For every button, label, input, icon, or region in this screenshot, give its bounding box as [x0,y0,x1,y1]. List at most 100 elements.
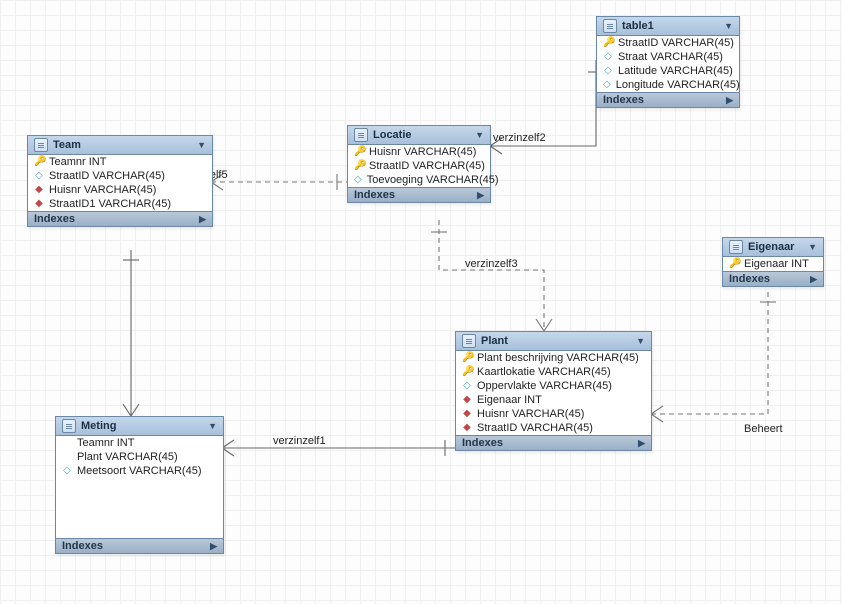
column-text: Toevoeging VARCHAR(45) [367,174,499,186]
indexes-section[interactable]: Indexes ▶ [28,211,212,226]
entity-header[interactable]: Team ▼ [28,136,212,155]
column-item[interactable]: ◇Straat VARCHAR(45) [597,50,739,64]
column-item[interactable]: 🔑StraatID VARCHAR(45) [348,159,490,173]
rel-label-verzinzelf3: verzinzelf3 [465,258,518,270]
column-text: Eigenaar INT [477,394,542,406]
entity-header[interactable]: Eigenaar ▼ [723,238,823,257]
column-item[interactable]: ◇Meetsoort VARCHAR(45) [56,464,223,478]
indexes-section[interactable]: Indexes ▶ [456,435,651,450]
chevron-down-icon[interactable]: ▼ [475,130,484,140]
column-text: Latitude VARCHAR(45) [618,65,733,77]
column-text: StraatID VARCHAR(45) [49,170,165,182]
column-item[interactable]: 🔑 Huisnr VARCHAR(45) [348,145,490,159]
indexes-section[interactable]: Indexes ▶ [723,271,823,286]
entity-header[interactable]: Meting ▼ [56,417,223,436]
entity-title: Plant [481,335,508,347]
column-item[interactable]: ◇Toevoeging VARCHAR(45) [348,173,490,187]
chevron-down-icon[interactable]: ▼ [208,421,217,431]
column-item[interactable]: ◆ Huisnr VARCHAR(45) [28,183,212,197]
column-text: Kaartlokatie VARCHAR(45) [477,366,611,378]
key-icon: 🔑 [34,157,44,167]
entity-header[interactable]: table1 ▼ [597,17,739,36]
table-icon [34,138,48,152]
chevron-right-icon: ▶ [638,438,645,449]
key-icon: 🔑 [354,147,364,157]
column-item[interactable]: 🔑Kaartlokatie VARCHAR(45) [456,365,651,379]
entity-title: Meting [81,420,116,432]
diamond-icon: ◇ [34,171,44,181]
column-text: Huisnr VARCHAR(45) [369,146,476,158]
entity-title: Eigenaar [748,241,794,253]
diamond-icon: ◆ [462,423,472,433]
column-item[interactable]: 🔑 StraatID VARCHAR(45) [597,36,739,50]
column-item[interactable]: ◇Oppervlakte VARCHAR(45) [456,379,651,393]
entity-header[interactable]: Plant ▼ [456,332,651,351]
table-icon [354,128,368,142]
rel-label-verzinzelf2: verzinzelf2 [493,132,546,144]
blank-icon: · [62,452,72,462]
column-item[interactable]: 🔑Eigenaar INT [723,257,823,271]
chevron-right-icon: ▶ [810,274,817,285]
entity-columns: 🔑Plant beschrijving VARCHAR(45) 🔑Kaartlo… [456,351,651,435]
diamond-icon: ◇ [62,466,72,476]
column-item[interactable]: ◆StraatID1 VARCHAR(45) [28,197,212,211]
column-item[interactable]: ◇ Longitude VARCHAR(45) [597,78,739,92]
entity-meting[interactable]: Meting ▼ · Teamnr INT · Plant VARCHAR(45) … [55,416,224,554]
indexes-section[interactable]: Indexes ▶ [56,538,223,553]
chevron-right-icon: ▶ [210,541,217,552]
rel-label-verzinzelf1: verzinzelf1 [273,435,326,447]
column-item[interactable]: ◇Latitude VARCHAR(45) [597,64,739,78]
entity-team[interactable]: Team ▼ 🔑 Teamnr INT ◇ StraatID VARCHAR(45)… [27,135,213,227]
chevron-down-icon[interactable]: ▼ [636,336,645,346]
indexes-label: Indexes [729,273,770,285]
chevron-down-icon[interactable]: ▼ [724,21,733,31]
column-text: Teamnr INT [49,156,106,168]
key-icon: 🔑 [603,38,613,48]
column-item[interactable]: ◆StraatID VARCHAR(45) [456,421,651,435]
table-icon [62,419,76,433]
entity-table1[interactable]: table1 ▼ 🔑 StraatID VARCHAR(45) ◇Straat V… [596,16,740,108]
entity-header[interactable]: Locatie ▼ [348,126,490,145]
column-item[interactable]: 🔑 Teamnr INT [28,155,212,169]
entity-title: table1 [622,20,654,32]
entity-plant[interactable]: Plant ▼ 🔑Plant beschrijving VARCHAR(45) … [455,331,652,451]
column-text: Oppervlakte VARCHAR(45) [477,380,612,392]
entity-columns: 🔑 StraatID VARCHAR(45) ◇Straat VARCHAR(45… [597,36,739,92]
column-text: Plant VARCHAR(45) [77,451,178,463]
blank-icon: · [62,438,72,448]
entity-eigenaar[interactable]: Eigenaar ▼ 🔑Eigenaar INT Indexes ▶ [722,237,824,287]
column-item[interactable]: ◆Huisnr VARCHAR(45) [456,407,651,421]
entity-locatie[interactable]: Locatie ▼ 🔑 Huisnr VARCHAR(45) 🔑StraatID … [347,125,491,203]
table-icon [462,334,476,348]
chevron-down-icon[interactable]: ▼ [808,242,817,252]
column-text: StraatID1 VARCHAR(45) [49,198,171,210]
entity-title: Locatie [373,129,412,141]
column-item[interactable]: 🔑Plant beschrijving VARCHAR(45) [456,351,651,365]
chevron-down-icon[interactable]: ▼ [197,140,206,150]
indexes-section[interactable]: Indexes ▶ [597,92,739,107]
indexes-label: Indexes [462,437,503,449]
column-text: StraatID VARCHAR(45) [618,37,734,49]
table-icon [729,240,743,254]
key-icon: 🔑 [462,353,472,363]
entity-columns: · Teamnr INT · Plant VARCHAR(45) ◇Meetsoor… [56,436,223,538]
column-item[interactable]: ◆Eigenaar INT [456,393,651,407]
diamond-icon: ◆ [34,185,44,195]
diamond-icon: ◇ [603,80,611,90]
key-icon: 🔑 [354,161,364,171]
indexes-section[interactable]: Indexes ▶ [348,187,490,202]
entity-title: Team [53,139,81,151]
column-text: Teamnr INT [77,437,134,449]
entity-columns: 🔑 Huisnr VARCHAR(45) 🔑StraatID VARCHAR(45… [348,145,490,187]
indexes-label: Indexes [62,540,103,552]
table-icon [603,19,617,33]
entity-columns: 🔑 Teamnr INT ◇ StraatID VARCHAR(45) ◆ Huisn… [28,155,212,211]
column-item[interactable]: · Plant VARCHAR(45) [56,450,223,464]
column-text: Huisnr VARCHAR(45) [49,184,156,196]
column-item[interactable]: ◇ StraatID VARCHAR(45) [28,169,212,183]
column-item[interactable]: · Teamnr INT [56,436,223,450]
column-text: Longitude VARCHAR(45) [616,79,740,91]
entity-columns: 🔑Eigenaar INT [723,257,823,271]
indexes-label: Indexes [354,189,395,201]
diamond-icon: ◆ [462,409,472,419]
